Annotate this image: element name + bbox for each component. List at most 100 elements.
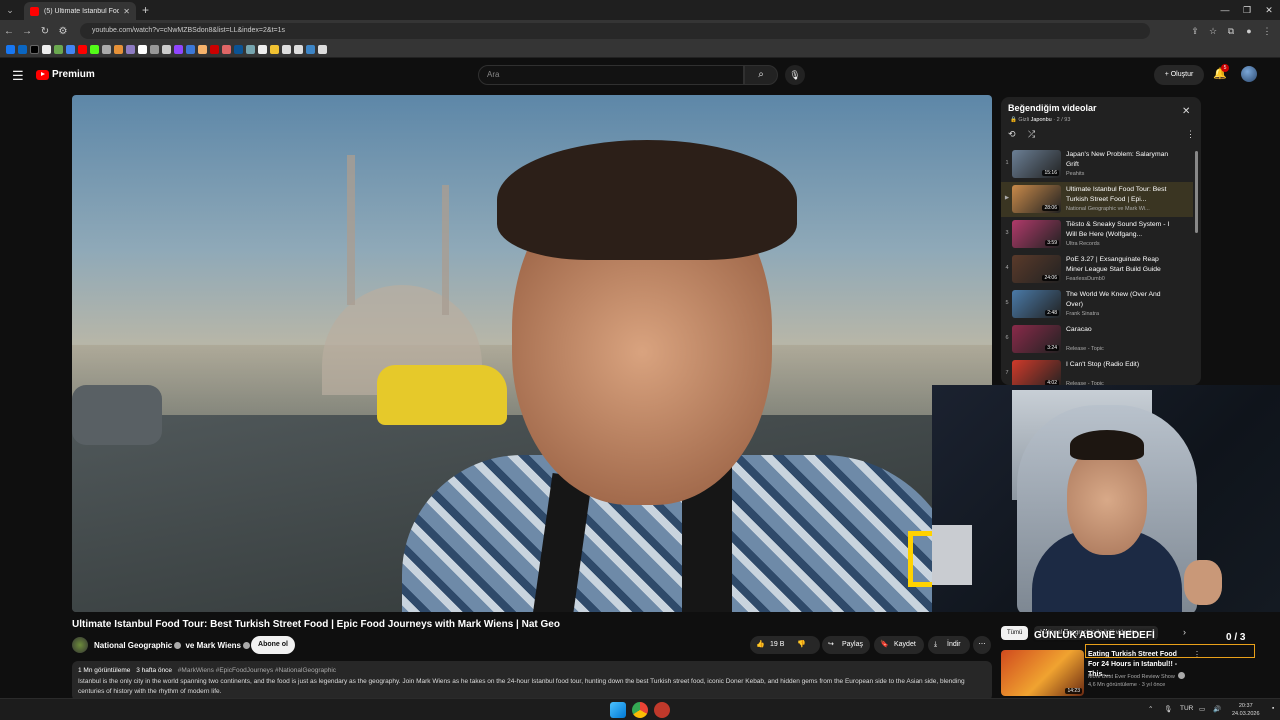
tray-mic-icon[interactable]: 🎙 [1164, 705, 1172, 713]
playlist-item-title[interactable]: The World We Knew (Over And Over) [1066, 290, 1176, 309]
playlist-item[interactable]: 4 24:06 PoE 3.27 | Exsanguinate Reap Miner… [1001, 252, 1193, 287]
bookmark-icon-13[interactable] [150, 45, 159, 54]
like-count[interactable]: 19 B [770, 636, 784, 654]
playlist-item-title[interactable]: Ultimate Istanbul Food Tour: Best Turkis… [1066, 185, 1176, 204]
bookmark-icon-14[interactable] [162, 45, 171, 54]
menu-dots-icon[interactable]: ⋮ [1260, 26, 1274, 37]
playlist-item-title[interactable]: Caracao [1066, 325, 1176, 335]
create-button[interactable]: + Oluştur [1154, 65, 1204, 85]
shuffle-icon[interactable]: ⤮ [1028, 129, 1035, 140]
bookmark-icon-11[interactable] [126, 45, 135, 54]
bookmark-icon-16[interactable] [186, 45, 195, 54]
bookmark-icon-24[interactable] [282, 45, 291, 54]
playlist-item-thumbnail[interactable]: 3:59 [1012, 220, 1061, 248]
tray-chevron-icon[interactable]: ⌃ [1148, 705, 1153, 713]
notifications-tray-icon[interactable]: ▪ [1272, 705, 1274, 712]
bookmark-icon-19[interactable] [222, 45, 231, 54]
bookmark-icon-26[interactable] [306, 45, 315, 54]
save-button[interactable]: 🔖 Kaydet [874, 636, 924, 654]
playlist-item-thumbnail[interactable]: 3:24 [1012, 325, 1061, 353]
subscribe-button[interactable]: Abone ol [251, 636, 295, 654]
playlist-item[interactable]: 7 4:02 I Can't Stop (Radio Edit) Release - … [1001, 357, 1193, 385]
bookmark-icon-9[interactable] [102, 45, 111, 54]
bookmark-x-icon[interactable] [30, 45, 39, 54]
search-button[interactable]: ⌕ [744, 65, 778, 85]
back-icon[interactable]: ← [0, 26, 18, 37]
channel-name[interactable]: National Geographic [94, 641, 172, 650]
bookmark-youtube-icon[interactable] [78, 45, 87, 54]
download-button[interactable]: ⤓ İndir [928, 636, 970, 654]
playlist-item-thumbnail[interactable]: 2:48 [1012, 290, 1061, 318]
bookmark-twitch-icon[interactable] [174, 45, 183, 54]
hashtags[interactable]: #MarkWiens #EpicFoodJourneys #NationalGe… [178, 667, 336, 674]
tab-close-icon[interactable]: ✕ [123, 7, 130, 16]
collab-channel[interactable]: ve Mark Wiens [185, 641, 241, 650]
description-box[interactable]: 1 Mn görüntüleme 3 hafta önce #MarkWiens… [72, 661, 992, 701]
chrome-icon[interactable] [632, 702, 648, 718]
playlist-item[interactable]: 5 2:48 The World We Knew (Over And Over) Fr… [1001, 287, 1193, 322]
playlist-item[interactable]: 6 3:24 Caracao Release - Topic [1001, 322, 1193, 357]
profile-icon[interactable]: ● [1242, 26, 1256, 37]
playlist-item-title[interactable]: I Can't Stop (Radio Edit) [1066, 360, 1176, 370]
voice-search-button[interactable]: 🎙 [785, 65, 805, 85]
close-window-icon[interactable]: ✕ [1258, 0, 1280, 20]
playlist-item-thumbnail[interactable]: 15:16 [1012, 150, 1061, 178]
browser-tab-active[interactable]: (5) Ultimate Istanbul Food ✕ [24, 2, 136, 20]
like-icon[interactable]: 👍 [756, 636, 765, 654]
tab-search-icon[interactable]: ⌄ [0, 5, 20, 16]
bookmark-icon-27[interactable] [318, 45, 327, 54]
bookmark-icon-25[interactable] [294, 45, 303, 54]
channel-avatar[interactable] [72, 637, 88, 653]
more-actions-button[interactable]: ⋯ [973, 636, 991, 654]
loop-icon[interactable]: ⟲ [1008, 129, 1016, 140]
chip-all[interactable]: Tümü [1001, 626, 1029, 640]
search-input[interactable]: Ara [478, 65, 744, 85]
bookmark-icon-20[interactable] [234, 45, 243, 54]
youtube-premium-logo[interactable]: Premium [36, 69, 95, 80]
recommendation-thumbnail[interactable]: 14:23 [1001, 650, 1084, 696]
bookmark-icon-17[interactable] [198, 45, 207, 54]
video-player[interactable] [72, 95, 992, 612]
playlist-item[interactable]: 1 15:16 Japan's New Problem: Salaryman Gri… [1001, 147, 1193, 182]
maximize-icon[interactable]: ❐ [1236, 0, 1258, 20]
site-info-icon[interactable]: ⚙ [54, 26, 72, 37]
bookmark-icon-12[interactable] [138, 45, 147, 54]
bookmark-kick-icon[interactable] [90, 45, 99, 54]
url-field[interactable]: youtube.com/watch?v=cNwMZBSdon8&list=LL&… [80, 23, 1150, 39]
share-button[interactable]: ↪ Paylaş [822, 636, 870, 654]
account-avatar[interactable] [1241, 66, 1257, 82]
bookmark-linkedin-icon[interactable] [18, 45, 27, 54]
volume-icon[interactable]: 🔊 [1213, 705, 1221, 713]
playlist-item-title[interactable]: Japan's New Problem: Salaryman Grift [1066, 150, 1176, 169]
network-icon[interactable]: ▭ [1199, 705, 1205, 713]
playlist-item-thumbnail[interactable]: 28:06 [1012, 185, 1061, 213]
extensions-icon[interactable]: ⧉ [1224, 26, 1238, 37]
playlist-item[interactable]: ▶ 28:06 Ultimate Istanbul Food Tour: Best … [1001, 182, 1193, 217]
bookmark-icon-23[interactable] [270, 45, 279, 54]
bookmark-icon-5[interactable] [54, 45, 63, 54]
system-clock[interactable]: 20:37 24.03.2026 [1232, 702, 1260, 718]
recommendation-channel[interactable]: More Best Ever Food Review Show [1088, 672, 1187, 680]
bookmark-icon-10[interactable] [114, 45, 123, 54]
bookmark-star-icon[interactable]: ☆ [1206, 26, 1220, 37]
channel-names[interactable]: National Geographic ve Mark Wiens [94, 641, 252, 650]
install-icon[interactable]: ⇪ [1188, 26, 1202, 37]
playlist-item-thumbnail[interactable]: 4:02 [1012, 360, 1061, 385]
playlist-owner[interactable]: Japonbu [1031, 117, 1052, 123]
bookmark-facebook-icon[interactable] [6, 45, 15, 54]
keyboard-language[interactable]: TUR [1180, 705, 1193, 712]
playlist-item-title[interactable]: PoE 3.27 | Exsanguinate Reap Miner Leagu… [1066, 255, 1176, 274]
bookmark-icon-6[interactable] [66, 45, 75, 54]
playlist-scrollbar[interactable] [1195, 151, 1198, 233]
windows-start-icon[interactable] [610, 702, 626, 718]
chips-next-icon[interactable]: › [1183, 627, 1186, 637]
bookmark-icon-22[interactable] [258, 45, 267, 54]
forward-icon[interactable]: → [18, 26, 36, 37]
new-tab-icon[interactable]: + [142, 3, 149, 17]
obs-icon[interactable] [654, 702, 670, 718]
playlist-item-thumbnail[interactable]: 24:06 [1012, 255, 1061, 283]
bookmark-icon-21[interactable] [246, 45, 255, 54]
menu-icon[interactable]: ☰ [12, 68, 24, 84]
dislike-icon[interactable]: 👎 [797, 636, 806, 654]
playlist-close-icon[interactable]: ✕ [1182, 106, 1190, 117]
